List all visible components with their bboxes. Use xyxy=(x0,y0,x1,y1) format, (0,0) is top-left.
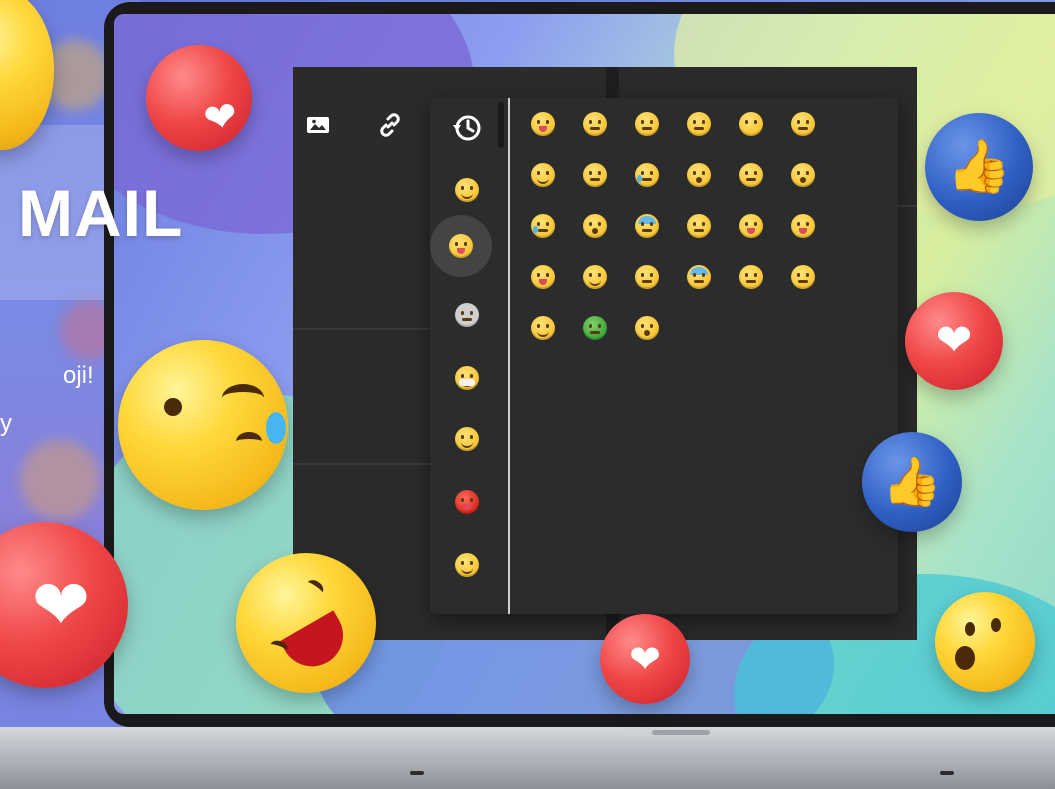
mask-category-icon xyxy=(455,366,479,390)
confused-emoji[interactable] xyxy=(783,257,823,297)
winking-tongue-emoji[interactable] xyxy=(783,206,823,246)
tired-emoji[interactable] xyxy=(575,206,615,246)
tongue-out-emoji[interactable] xyxy=(731,206,771,246)
halo-category-icon xyxy=(455,427,479,451)
category-tab-cat-category[interactable] xyxy=(443,541,491,589)
thinking-category-icon xyxy=(449,234,473,258)
image-icon[interactable] xyxy=(305,112,331,138)
heart-reaction-badge: ❤ xyxy=(600,614,690,704)
scream-emoji[interactable] xyxy=(627,308,667,348)
persevere-emoji[interactable] xyxy=(575,155,615,195)
category-tab-thinking-category[interactable] xyxy=(430,215,492,277)
laptop-foot xyxy=(410,771,424,775)
background-blur-emoji xyxy=(20,440,100,520)
like-reaction-badge: 👍 xyxy=(862,432,962,532)
cold-sweat-emoji[interactable] xyxy=(627,206,667,246)
laptop-hinge-notch xyxy=(652,730,710,735)
sad-category-icon xyxy=(455,303,479,327)
zipper-mouth-emoji[interactable] xyxy=(731,155,771,195)
big-crying-emoji xyxy=(118,340,288,510)
category-tab-smileys-category[interactable] xyxy=(443,166,491,214)
sad-relieved-emoji[interactable] xyxy=(627,155,667,195)
nauseated-emoji[interactable] xyxy=(575,308,615,348)
link-icon[interactable] xyxy=(377,112,403,138)
big-surprised-emoji xyxy=(935,592,1035,692)
category-tab-recent[interactable] xyxy=(443,104,491,152)
laptop-base xyxy=(0,727,1055,789)
heart-reaction-badge: ❤ xyxy=(905,292,1003,390)
category-tab-sad-category[interactable] xyxy=(443,291,491,339)
sleepy-emoji[interactable] xyxy=(679,206,719,246)
category-scrollbar[interactable] xyxy=(498,102,504,148)
astonished-emoji[interactable] xyxy=(783,155,823,195)
promo-subtitle: oji! xyxy=(63,362,94,389)
thumbs-up-icon: 👍 xyxy=(946,137,1012,197)
category-tab-devil-category[interactable] xyxy=(443,478,491,526)
hushed-emoji[interactable] xyxy=(679,155,719,195)
category-tab-mask-category[interactable] xyxy=(443,354,491,402)
emoji-picker xyxy=(430,98,898,614)
no-mouth-emoji[interactable] xyxy=(731,104,771,144)
sweat-emoji[interactable] xyxy=(679,257,719,297)
recent-icon xyxy=(451,112,483,144)
category-tab-halo-category[interactable] xyxy=(443,415,491,463)
promo-title: MAIL xyxy=(18,176,184,250)
slightly-frowning-emoji[interactable] xyxy=(575,104,615,144)
upside-down-emoji[interactable] xyxy=(523,308,563,348)
loudly-crying-emoji[interactable] xyxy=(523,206,563,246)
yum-emoji[interactable] xyxy=(575,257,615,297)
emoji-category-column xyxy=(430,98,508,614)
app-pane-separator xyxy=(293,463,430,465)
category-separator xyxy=(508,98,510,614)
heart-reaction-badge: ❤ xyxy=(146,45,252,151)
expressionless-emoji[interactable] xyxy=(679,104,719,144)
big-laughing-emoji xyxy=(236,553,376,693)
thinking-emoji[interactable] xyxy=(523,104,563,144)
neutral-emoji[interactable] xyxy=(627,104,667,144)
smileys-category-icon xyxy=(455,178,479,202)
unamused-emoji[interactable] xyxy=(627,257,667,297)
cat-category-icon xyxy=(455,553,479,577)
smirk-emoji[interactable] xyxy=(523,155,563,195)
devil-category-icon xyxy=(455,490,479,514)
thumbs-up-icon: 👍 xyxy=(882,454,942,510)
laptop-foot xyxy=(940,771,954,775)
pensive-emoji[interactable] xyxy=(731,257,771,297)
app-pane-separator xyxy=(293,328,430,330)
like-reaction-badge: 👍 xyxy=(925,113,1033,221)
promo-subtitle-2: y xyxy=(0,410,12,437)
squinting-tongue-emoji[interactable] xyxy=(523,257,563,297)
rolling-eyes-emoji[interactable] xyxy=(783,104,823,144)
